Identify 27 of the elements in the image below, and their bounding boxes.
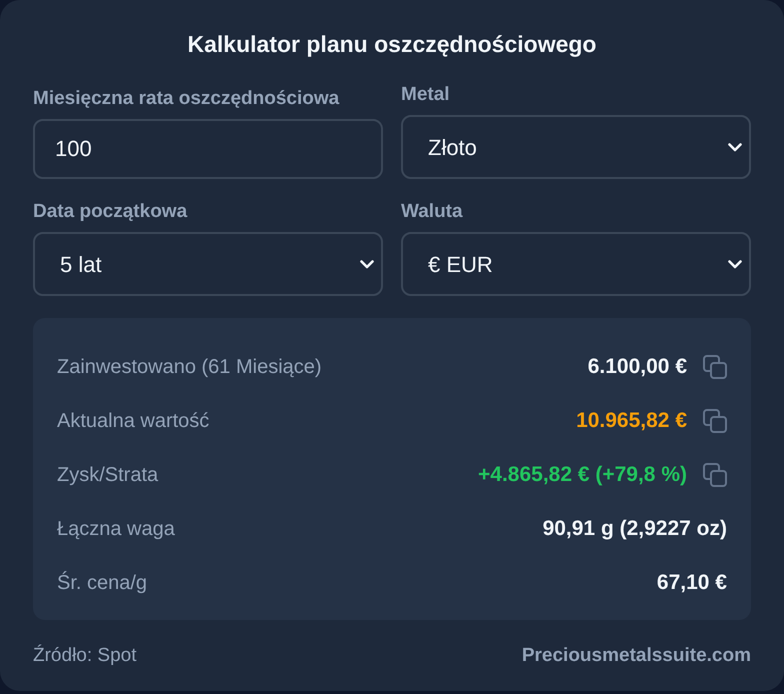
- result-label: Zysk/Strata: [57, 463, 158, 488]
- site-link[interactable]: Preciousmetalssuite.com: [522, 642, 751, 670]
- result-value: 67,10 €: [656, 570, 727, 596]
- field-label: Data początkowa: [33, 200, 188, 224]
- result-label: Zainwestowano (61 Miesiące): [57, 355, 322, 380]
- result-value: 10.965,82 €: [576, 408, 687, 434]
- result-label: Śr. cena/g: [57, 570, 148, 596]
- field-label: Waluta: [401, 200, 464, 224]
- field-label: Miesięczna rata oszczędnościowa: [33, 87, 340, 111]
- copy-icon[interactable]: [703, 409, 727, 433]
- chevron-down-icon: [360, 260, 374, 268]
- dropdown-select[interactable]: Złoto: [401, 115, 751, 179]
- source-text: Źródło: Spot: [33, 644, 136, 668]
- result-label: Aktualna wartość: [57, 409, 210, 434]
- chevron-down-icon: [728, 142, 742, 152]
- copy-icon[interactable]: [703, 355, 727, 379]
- field-label: Metal: [401, 83, 451, 107]
- dropdown-select[interactable]: € EUR: [401, 232, 751, 296]
- dropdown-select[interactable]: 5 lat: [33, 232, 383, 296]
- amount-input[interactable]: 100: [33, 119, 383, 179]
- result-label: Łączna waga: [57, 517, 175, 542]
- result-value: +4.865,82 € (+79,8 %): [478, 462, 687, 488]
- result-value: 6.100,00 €: [588, 354, 687, 380]
- calculator-title: Kalkulator planu oszczędnościowego: [186, 30, 598, 59]
- chevron-down-icon: [728, 260, 742, 268]
- copy-icon[interactable]: [703, 463, 727, 487]
- result-value: 90,91 g (2,9227 oz): [542, 516, 727, 542]
